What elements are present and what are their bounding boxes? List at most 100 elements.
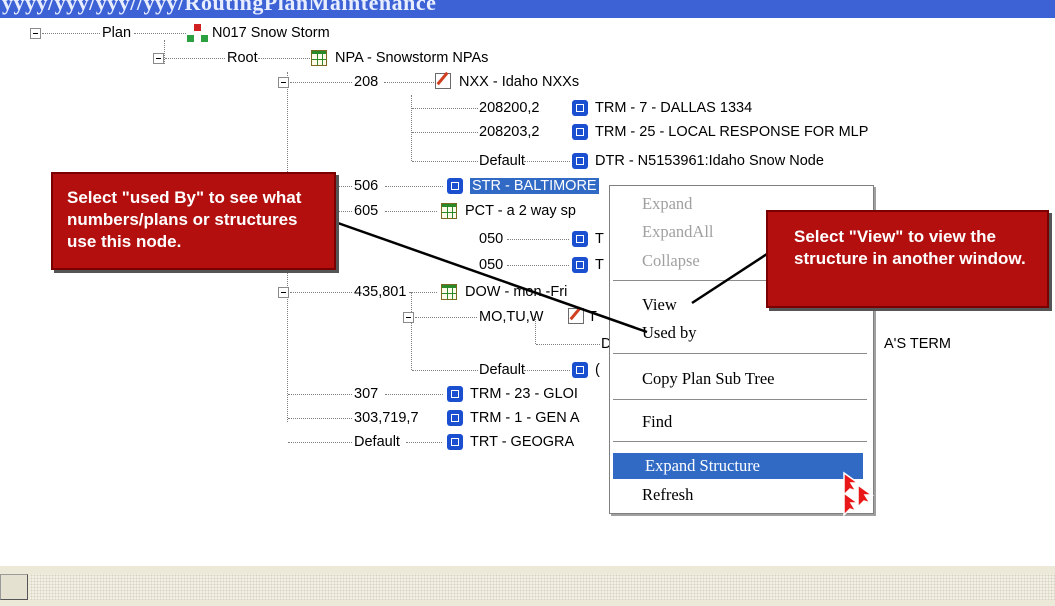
tree-node-desc[interactable]: TRM - 7 - DALLAS 1334 bbox=[595, 100, 752, 116]
tree-connector bbox=[412, 132, 478, 133]
tree-node-key: 208 bbox=[354, 74, 379, 90]
structure-icon bbox=[447, 410, 463, 426]
tree-connector bbox=[385, 186, 443, 187]
tree-connector bbox=[384, 82, 434, 83]
grid-icon bbox=[311, 50, 327, 66]
tree-node-desc[interactable]: TRM - 25 - LOCAL RESPONSE FOR MLP bbox=[595, 124, 868, 140]
used-by-callout: Select "used By" to see what numbers/pla… bbox=[51, 172, 336, 270]
horizontal-scrollbar[interactable] bbox=[0, 566, 1055, 606]
tree-connector bbox=[412, 108, 478, 109]
tree-connector bbox=[288, 442, 352, 443]
structure-icon bbox=[572, 124, 588, 140]
tree-node-key: Default bbox=[479, 362, 525, 378]
scrollbar-thumb[interactable] bbox=[0, 574, 28, 600]
menu-item-refresh[interactable]: Refresh bbox=[610, 482, 873, 508]
tree-connector bbox=[336, 186, 352, 187]
tree-connector bbox=[536, 344, 600, 345]
collapse-toggle[interactable] bbox=[30, 28, 41, 39]
tree-connector bbox=[164, 40, 165, 64]
collapse-toggle[interactable] bbox=[403, 312, 414, 323]
tree-node-key: Root bbox=[227, 50, 258, 66]
tree-connector bbox=[134, 33, 186, 34]
tree-connector bbox=[42, 33, 100, 34]
tree-connector bbox=[336, 211, 352, 212]
tree-node-desc[interactable]: DTR - N5153961:Idaho Snow Node bbox=[595, 153, 824, 169]
tree-node-key: Default bbox=[479, 153, 525, 169]
collapse-toggle[interactable] bbox=[278, 287, 289, 298]
structure-icon bbox=[572, 362, 588, 378]
menu-separator bbox=[613, 353, 867, 355]
tree-node-key: 050 bbox=[479, 257, 504, 273]
tree-node-desc[interactable]: N017 Snow Storm bbox=[212, 25, 330, 41]
menu-separator bbox=[613, 399, 867, 401]
tree-node-key: 303,719,7 bbox=[354, 410, 419, 426]
tree-connector bbox=[524, 370, 570, 371]
tree-node-key: Plan bbox=[102, 25, 132, 41]
tree-connector bbox=[412, 370, 478, 371]
tree-connector bbox=[507, 265, 569, 266]
tree-node-desc[interactable]: NPA - Snowstorm NPAs bbox=[335, 50, 488, 66]
structure-icon bbox=[572, 100, 588, 116]
tree-node-key: 208203,2 bbox=[479, 124, 540, 140]
menu-item-used-by[interactable]: Used by bbox=[610, 320, 873, 346]
plan-icon bbox=[187, 24, 209, 44]
structure-icon bbox=[447, 178, 463, 194]
structure-icon bbox=[572, 257, 588, 273]
scrollbar-track[interactable] bbox=[30, 574, 1055, 600]
tree-node-key: MO,TU,W bbox=[479, 309, 544, 325]
tree-node-desc[interactable]: DOW - mon -Fri bbox=[465, 284, 567, 300]
tree-connector bbox=[288, 418, 352, 419]
tree-connector bbox=[290, 292, 352, 293]
tree-node-desc[interactable]: ( bbox=[595, 362, 600, 378]
tree-connector bbox=[409, 292, 437, 293]
tree-connector bbox=[507, 239, 569, 240]
tree-node-desc[interactable]: T bbox=[595, 231, 604, 247]
tree-connector bbox=[258, 58, 310, 59]
tree-node-key: 506 bbox=[354, 178, 379, 194]
structure-icon bbox=[572, 153, 588, 169]
tree-node-desc[interactable]: A'S TERM bbox=[884, 336, 951, 352]
tree-connector bbox=[411, 95, 412, 161]
tree-node-key: 435,801 bbox=[354, 284, 407, 300]
edit-icon bbox=[568, 308, 584, 324]
tree-node-desc[interactable]: TRM - 23 - GLOI bbox=[470, 386, 578, 402]
mouse-pointer-icon bbox=[843, 471, 875, 517]
tree-node-desc[interactable]: TRT - GEOGRA bbox=[470, 434, 574, 450]
tree-node-key: Default bbox=[354, 434, 400, 450]
structure-icon bbox=[447, 386, 463, 402]
tree-node-desc[interactable]: T bbox=[588, 309, 597, 325]
tree-connector bbox=[290, 82, 352, 83]
menu-item-find[interactable]: Find bbox=[610, 409, 873, 435]
tree-connector bbox=[385, 394, 443, 395]
menu-item-copy-plan-sub-tree[interactable]: Copy Plan Sub Tree bbox=[610, 366, 873, 392]
tree-node-key: 050 bbox=[479, 231, 504, 247]
structure-icon bbox=[572, 231, 588, 247]
view-callout: Select "View" to view the structure in a… bbox=[766, 210, 1049, 308]
tree-node-desc[interactable]: PCT - a 2 way sp bbox=[465, 203, 576, 219]
tree-node-key: 208200,2 bbox=[479, 100, 540, 116]
used-by-callout-text: Select "used By" to see what numbers/pla… bbox=[67, 188, 302, 251]
tree-node-desc-selected[interactable]: STR - BALTIMORE bbox=[470, 178, 599, 194]
tree-connector bbox=[165, 58, 225, 59]
tree-connector bbox=[385, 211, 437, 212]
tree-connector bbox=[288, 394, 352, 395]
tree-node-desc[interactable]: TRM - 1 - GEN A bbox=[470, 410, 580, 426]
grid-icon bbox=[441, 284, 457, 300]
tree-connector bbox=[406, 442, 442, 443]
tree-node-key: 605 bbox=[354, 203, 379, 219]
view-callout-text: Select "View" to view the structure in a… bbox=[794, 227, 1026, 268]
edit-icon bbox=[435, 73, 451, 89]
collapse-toggle[interactable] bbox=[278, 77, 289, 88]
menu-item-expand-structure[interactable]: Expand Structure bbox=[613, 453, 863, 479]
tree-connector bbox=[524, 161, 570, 162]
tree-node-key: 307 bbox=[354, 386, 379, 402]
tree-connector bbox=[412, 161, 478, 162]
tree-node-desc[interactable]: NXX - Idaho NXXs bbox=[459, 74, 579, 90]
window-title: yyyy/yyy/yyy//yyy/RoutingPlanMaintenance bbox=[2, 0, 437, 15]
collapse-toggle[interactable] bbox=[153, 53, 164, 64]
window-title-bar: yyyy/yyy/yyy//yyy/RoutingPlanMaintenance bbox=[0, 0, 1055, 18]
grid-icon bbox=[441, 203, 457, 219]
tree-connector bbox=[415, 317, 477, 318]
tree-node-desc[interactable]: T bbox=[595, 257, 604, 273]
menu-separator bbox=[613, 441, 867, 443]
